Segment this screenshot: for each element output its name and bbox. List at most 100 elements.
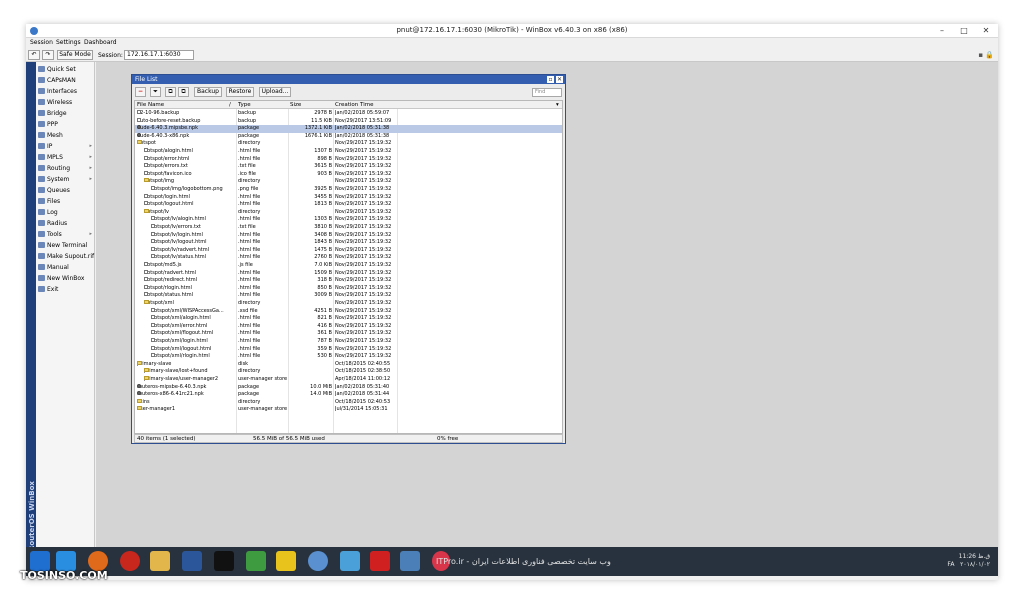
table-row[interactable]: primary-slave disk Oct/18/2015 02:40:55 [135, 360, 562, 369]
redo-button[interactable]: ↷ [42, 50, 54, 60]
word-icon[interactable] [182, 551, 202, 571]
sidebar-item-system[interactable]: System ▸ [38, 174, 94, 185]
maximize-icon[interactable]: □ [954, 25, 974, 37]
restore-window-icon[interactable]: ▫ [547, 76, 554, 83]
sidebar-item-new-winbox[interactable]: New WinBox [38, 273, 94, 284]
upload-button[interactable]: Upload... [259, 87, 291, 97]
column-menu-icon[interactable]: ▾ [556, 101, 559, 109]
sidebar-item-mpls[interactable]: MPLS ▸ [38, 152, 94, 163]
archive-icon[interactable] [276, 551, 296, 571]
table-row[interactable]: hotspot/xml/alogin.html .html file 821 B No… [135, 315, 562, 323]
table-row[interactable]: hotspot/error.html .html file 898 B Nov/29/… [135, 155, 562, 164]
sidebar-item-radius[interactable]: Radius [38, 218, 94, 229]
table-row[interactable]: user-manager1 user-manager store Jul/31/20… [135, 406, 562, 414]
restore-button[interactable]: Restore [226, 87, 254, 97]
table-row[interactable]: hotspot/lv/login.html .html file 3408 B Nov… [135, 231, 562, 240]
table-row[interactable]: dude-6.40.3.mipsbe.npk package 1372.1 KiB J… [135, 125, 562, 133]
sidebar-item-new-terminal[interactable]: New Terminal [38, 240, 94, 251]
sidebar-item-interfaces[interactable]: Interfaces [38, 86, 94, 97]
close-icon[interactable]: ✕ [976, 25, 996, 37]
column-header-name[interactable]: File Name [137, 101, 164, 109]
backup-button[interactable]: Backup [194, 87, 222, 97]
table-row[interactable]: hotspot/lv/radvert.html .html file 1475 BN… [135, 246, 562, 255]
table-row[interactable]: skins directory Oct/18/2015 02:40:53 [135, 398, 562, 407]
column-header-type[interactable]: Type [238, 101, 251, 109]
sidebar-item-log[interactable]: Log [38, 207, 94, 218]
terminal-icon[interactable] [214, 551, 234, 571]
file-explorer-icon[interactable] [150, 551, 170, 571]
winbox-taskbar-icon[interactable] [308, 551, 328, 571]
filter-button[interactable]: ⏷ [150, 87, 161, 97]
table-row[interactable]: hotspot/favicon.ico .ico file 903 B Nov/29/… [135, 170, 562, 179]
copy-button[interactable]: ⧉ [165, 87, 176, 97]
table-row[interactable]: hotspot/md5.js .js file 7.0 KiB Nov/29/2017… [135, 262, 562, 270]
menu-session[interactable]: Session [30, 39, 53, 46]
app-red-icon[interactable] [370, 551, 390, 571]
undo-button[interactable]: ↶ [28, 50, 40, 60]
table-row[interactable]: routeros-mipsbe-6.40.3.npk package 10.0 Mi… [135, 383, 562, 392]
sidebar-item-queues[interactable]: Queues [38, 185, 94, 196]
sidebar-item-exit[interactable]: Exit [38, 284, 94, 295]
column-header-created[interactable]: Creation Time [335, 101, 373, 109]
sidebar-item-capsman[interactable]: CAPsMAN [38, 75, 94, 86]
table-row[interactable]: hotspot/lv/status.html .html file 2760 B No… [135, 254, 562, 262]
table-row[interactable]: hotspot/rlogin.html .html file 850 B Nov/29… [135, 284, 562, 293]
table-row[interactable]: hotspot/xml/login.html .html file 787 B Nov… [135, 338, 562, 346]
table-row[interactable]: hotspot/redirect.html .html file 318 B Nov/… [135, 277, 562, 285]
table-row[interactable]: hotspot/xml/logout.html .html file 359 B No… [135, 345, 562, 354]
sidebar-item-tools[interactable]: Tools ▸ [38, 229, 94, 240]
sidebar-item-make-supout[interactable]: Make Supout.rif [38, 251, 94, 262]
sidebar-item-ppp[interactable]: PPP [38, 119, 94, 130]
table-row[interactable]: hotspot/xml/flogout.html .html file 361 BN… [135, 330, 562, 338]
table-row[interactable]: hotspot/xml/rlogin.html .html file 530 B No… [135, 353, 562, 361]
opera-icon[interactable] [120, 551, 140, 571]
table-row[interactable]: hotspot/xml directory Nov/29/2017 15:19:32 [135, 300, 562, 308]
table-row[interactable]: hotspot/lv directory Nov/29/2017 15:19:32 [135, 208, 562, 217]
table-row[interactable]: auto-before-reset.backup backup 11.5 KiB No… [135, 117, 562, 126]
table-row[interactable]: hotspot/xml/WISPAccessGa... .xsd file 4251… [135, 307, 562, 316]
remove-button[interactable]: − [135, 87, 146, 97]
table-row[interactable]: hotspot/lv/errors.txt .txt file 3810 B Nov/… [135, 224, 562, 232]
sidebar-item-ip[interactable]: IP ▸ [38, 141, 94, 152]
sidebar-item-routing[interactable]: Routing ▸ [38, 163, 94, 174]
app-icon[interactable] [340, 551, 360, 571]
table-row[interactable]: hotspot/img/logobottom.png .png file 3925 … [135, 186, 562, 194]
sidebar-item-files[interactable]: Files [38, 196, 94, 207]
sidebar-item-bridge[interactable]: Bridge [38, 108, 94, 119]
network-app-icon[interactable] [246, 551, 266, 571]
sidebar-item-quick-set[interactable]: Quick Set [38, 64, 94, 75]
internet-explorer-icon[interactable] [56, 551, 76, 571]
table-row[interactable]: 12-10-96.backup backup 2978 B Jan/02/2018 0… [135, 110, 562, 118]
table-row[interactable]: routeros-x86-6.41rc21.npk package 14.0 MiB… [135, 391, 562, 399]
table-row[interactable]: hotspot/img directory Nov/29/2017 15:19:32 [135, 178, 562, 186]
remote-desktop-icon[interactable] [400, 551, 420, 571]
sidebar-item-mesh[interactable]: Mesh [38, 130, 94, 141]
table-row[interactable]: hotspot/status.html .html file 3009 B Nov/2… [135, 292, 562, 300]
table-row[interactable]: hotspot/radvert.html .html file 1509 B Nov/… [135, 269, 562, 278]
table-row[interactable]: hotspot/xml/error.html .html file 416 B Nov… [135, 322, 562, 331]
table-row[interactable]: hotspot/logout.html .html file 1813 B Nov/2… [135, 201, 562, 209]
paste-button[interactable]: ⧉ [178, 87, 189, 97]
table-row[interactable]: hotspot/errors.txt .txt file 3615 B Nov/29/… [135, 163, 562, 171]
tray-language[interactable]: FA [947, 561, 954, 568]
table-row[interactable]: primary-slave/user-manager2 user-manager … [135, 376, 562, 384]
safe-mode-button[interactable]: Safe Mode [57, 50, 93, 60]
find-input[interactable]: Find [532, 88, 562, 97]
column-header-size[interactable]: Size [290, 101, 301, 109]
tray-time[interactable]: 11:26 ق.ظ [947, 553, 990, 561]
minimize-icon[interactable]: – [932, 25, 952, 37]
table-row[interactable]: hotspot/alogin.html .html file 1307 B Nov/2… [135, 148, 562, 156]
table-row[interactable]: hotspot/lv/alogin.html .html file 1303 B No… [135, 216, 562, 224]
close-window-icon[interactable]: ✕ [556, 76, 563, 83]
table-row[interactable]: primary-slave/lost+found directory Oct/18/… [135, 368, 562, 376]
firefox-icon[interactable] [88, 551, 108, 571]
table-row[interactable]: dude-6.40.3-x86.npk package 1676.1 KiB Jan/… [135, 132, 562, 141]
menu-settings[interactable]: Settings [56, 39, 81, 46]
table-row[interactable]: hotspot/login.html .html file 3455 B Nov/29… [135, 193, 562, 202]
sidebar-item-manual[interactable]: Manual [38, 262, 94, 273]
tray-date[interactable]: ۲۰۱۸/۰۱/۰۲ [960, 561, 990, 568]
sidebar-item-wireless[interactable]: Wireless [38, 97, 94, 108]
menu-dashboard[interactable]: Dashboard [84, 39, 117, 46]
start-windows-icon[interactable] [30, 551, 50, 571]
table-row[interactable]: hotspot/lv/logout.html .html file 1843 B No… [135, 239, 562, 247]
